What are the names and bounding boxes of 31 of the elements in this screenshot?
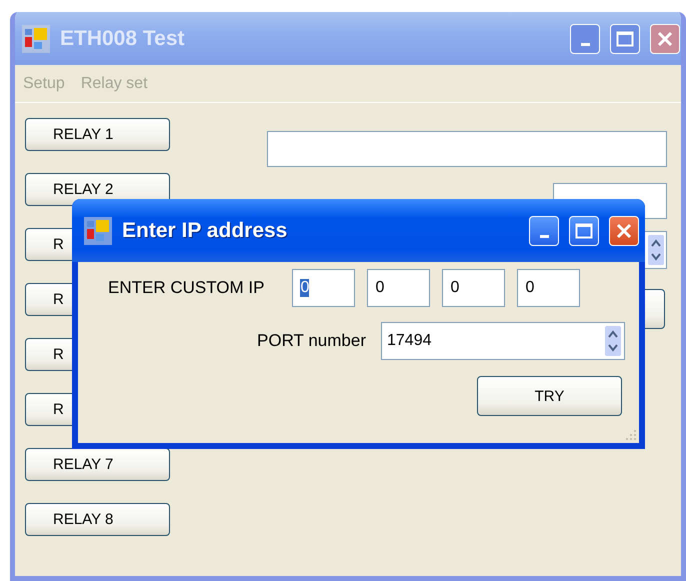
spin-arrows-icon[interactable]: [605, 326, 621, 356]
ip-octet-field[interactable]: 0: [292, 269, 356, 307]
minimize-button[interactable]: [529, 216, 559, 246]
minimize-icon: [580, 43, 590, 46]
close-icon: [616, 222, 632, 238]
ip-octet-field[interactable]: 0: [517, 269, 580, 307]
app-icon: [22, 24, 50, 52]
maximize-button[interactable]: [610, 24, 640, 54]
app-icon: [84, 216, 112, 244]
relay-button[interactable]: RELAY 7: [25, 448, 170, 481]
port-label: PORT number: [257, 331, 366, 351]
ip-octet-field[interactable]: 0: [367, 269, 430, 307]
minimize-button[interactable]: [570, 24, 600, 54]
ip-label: ENTER CUSTOM IP: [108, 278, 264, 298]
relay-button[interactable]: RELAY 1: [25, 118, 170, 151]
close-icon: [657, 30, 673, 46]
spin-arrows-icon[interactable]: [648, 235, 664, 265]
port-field[interactable]: 17494: [381, 322, 625, 360]
size-grip-icon[interactable]: [625, 429, 637, 441]
close-button[interactable]: [650, 24, 680, 54]
relay-button[interactable]: RELAY 8: [25, 503, 170, 536]
close-button[interactable]: [609, 216, 639, 246]
maximize-button[interactable]: [569, 216, 599, 246]
minimize-icon: [540, 235, 548, 238]
text-field[interactable]: [267, 131, 667, 167]
maximize-icon: [616, 30, 634, 46]
maximize-icon: [575, 222, 593, 238]
ip-octet-field[interactable]: 0: [442, 269, 506, 307]
window-title: ETH008 Test: [60, 26, 186, 50]
try-button[interactable]: TRY: [477, 376, 622, 416]
window-title: Enter IP address: [122, 218, 288, 242]
